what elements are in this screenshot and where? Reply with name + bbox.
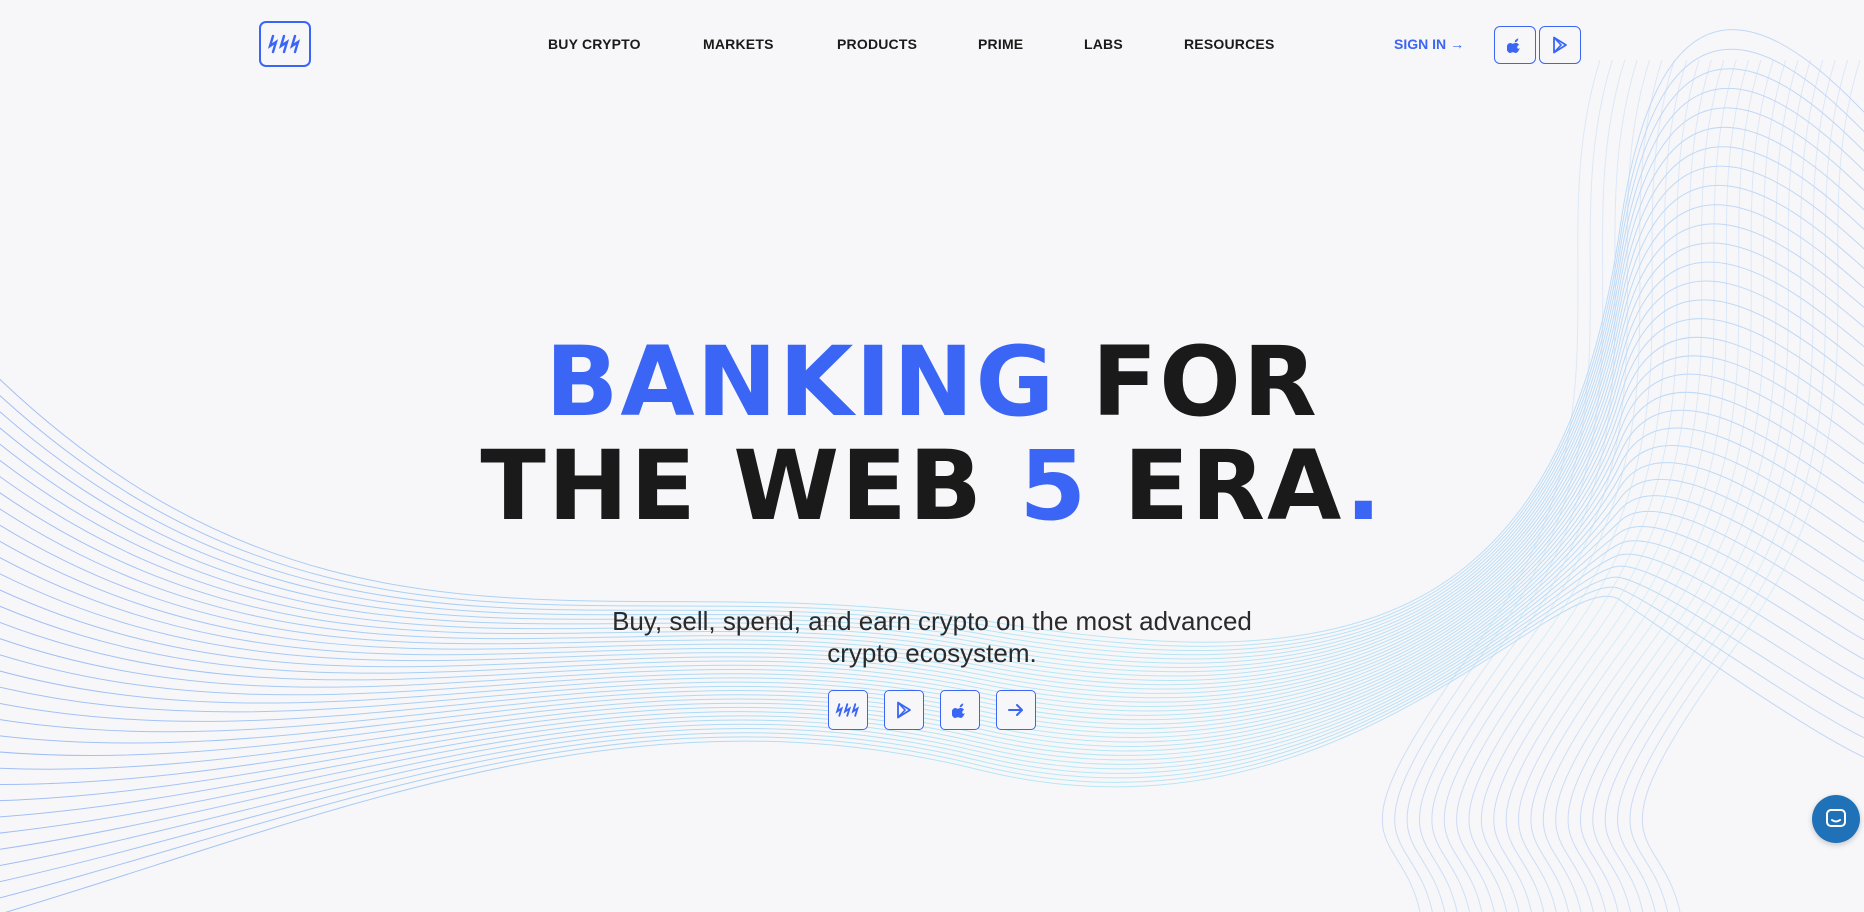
app-store-button[interactable] — [1494, 26, 1536, 64]
hero-headline: BANKING FOR THE WEB 5 ERA. — [0, 330, 1864, 538]
headline-for: FOR — [1056, 326, 1319, 438]
headline-era: ERA — [1088, 430, 1346, 542]
hero-subtitle: Buy, sell, spend, and earn crypto on the… — [0, 605, 1864, 669]
subtitle-line-1: Buy, sell, spend, and earn crypto on the… — [612, 606, 1252, 636]
nav-products[interactable]: PRODUCTS — [837, 36, 917, 52]
site-header: BUY CRYPTO MARKETS PRODUCTS PRIME LABS R… — [0, 0, 1864, 90]
brand-logo-icon — [267, 34, 301, 54]
headline-the-web: THE WEB — [480, 430, 1020, 542]
google-play-icon — [897, 701, 911, 719]
headline-banking: BANKING — [545, 326, 1057, 438]
chat-launcher-button[interactable] — [1812, 795, 1860, 843]
web-app-button[interactable] — [828, 690, 868, 730]
brand-logo[interactable] — [259, 21, 311, 67]
google-play-cta-button[interactable] — [884, 690, 924, 730]
headline-five: 5 — [1019, 430, 1089, 542]
nav-markets[interactable]: MARKETS — [703, 36, 774, 52]
arrow-right-icon: → — [1450, 36, 1465, 52]
chat-icon — [1826, 809, 1846, 827]
apple-icon — [1507, 38, 1520, 53]
google-play-icon — [1553, 36, 1567, 54]
nav-prime[interactable]: PRIME — [978, 36, 1023, 52]
nav-labs[interactable]: LABS — [1084, 36, 1123, 52]
hero-section: BANKING FOR THE WEB 5 ERA. Buy, sell, sp… — [0, 330, 1864, 730]
subtitle-line-2: crypto ecosystem. — [827, 638, 1037, 668]
get-started-button[interactable] — [996, 690, 1036, 730]
wave-line — [0, 525, 1864, 818]
nav-resources[interactable]: RESOURCES — [1184, 36, 1274, 52]
brand-logo-icon — [835, 703, 860, 717]
arrow-right-icon — [1008, 704, 1023, 716]
headline-dot: . — [1345, 430, 1384, 542]
cta-buttons — [0, 690, 1864, 730]
app-store-cta-button[interactable] — [940, 690, 980, 730]
sign-in-label: SIGN IN — [1394, 36, 1447, 52]
apple-icon — [952, 703, 965, 718]
google-play-button[interactable] — [1539, 26, 1581, 64]
nav-buy-crypto[interactable]: BUY CRYPTO — [548, 36, 641, 52]
sign-in-link[interactable]: SIGN IN → — [1394, 36, 1464, 52]
